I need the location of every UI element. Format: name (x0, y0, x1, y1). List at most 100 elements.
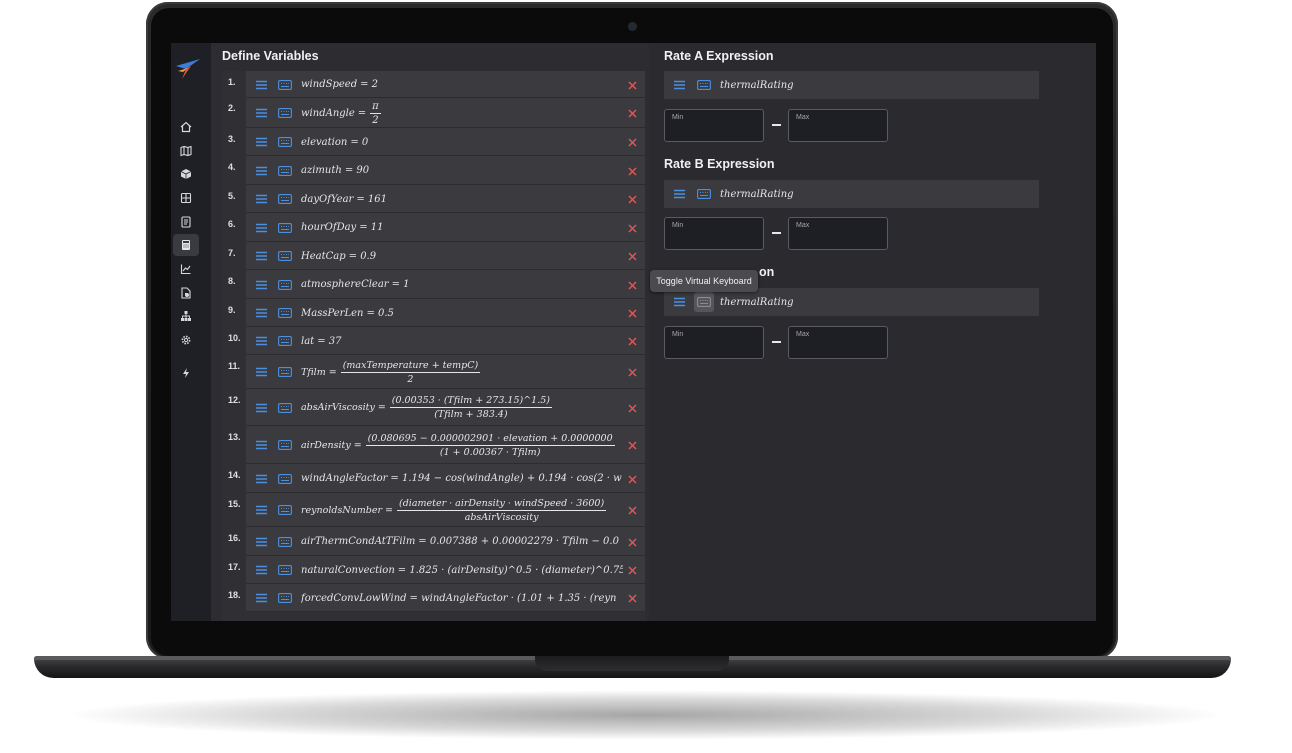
menu-icon[interactable] (256, 80, 267, 90)
expression[interactable]: lat = 37 (301, 327, 623, 355)
close-icon[interactable] (628, 81, 637, 90)
keyboard-icon[interactable] (697, 80, 711, 90)
nav-hierarchy[interactable] (171, 306, 201, 326)
nav-settings[interactable] (171, 330, 201, 350)
expression[interactable]: windSpeed = 2 (301, 71, 623, 98)
variable-row[interactable]: 15. reynoldsNumber = (diameter · airDensity… (221, 493, 645, 527)
expression[interactable]: elevation = 0 (301, 128, 623, 156)
expression[interactable]: naturalConvection = 1.825 · (airDensity)^… (301, 556, 623, 584)
keyboard-icon[interactable] (278, 565, 292, 575)
menu-icon[interactable] (256, 194, 267, 204)
nav-home[interactable] (171, 117, 201, 137)
variable-row[interactable]: 9. MassPerLen = 0.5 (221, 299, 645, 327)
rate-a-min-input[interactable]: Min (664, 109, 764, 142)
variable-row[interactable]: 12. absAirViscosity = (0.00353 · (Tfilm + 2… (221, 389, 645, 426)
expression-field[interactable]: azimuth = 90 (246, 156, 645, 185)
nav-charts[interactable] (171, 259, 201, 279)
menu-icon[interactable] (256, 403, 267, 413)
expression-field[interactable]: airDensity = (0.080695 − 0.000002901 · ele… (246, 426, 645, 464)
expression-field[interactable]: HeatCap = 0.9 (246, 242, 645, 270)
rate-b-expression[interactable]: thermalRating (720, 180, 1017, 208)
keyboard-icon[interactable] (278, 367, 292, 377)
expression[interactable]: Tfilm = (maxTemperature + tempC) 2 (301, 355, 623, 389)
variable-row[interactable]: 4. azimuth = 90 (221, 156, 645, 185)
nav-calculator[interactable] (173, 234, 199, 256)
menu-icon[interactable] (256, 166, 267, 176)
expression-field[interactable]: forcedConvLowWind = windAngleFactor · (1.… (246, 584, 645, 612)
close-icon[interactable] (628, 138, 637, 147)
menu-icon[interactable] (256, 537, 267, 547)
variable-row[interactable]: 18. forcedConvLowWind = windAngleFactor · … (221, 584, 645, 612)
close-icon[interactable] (628, 566, 637, 575)
expression-field[interactable]: dayOfYear = 161 (246, 185, 645, 213)
expression-field[interactable]: naturalConvection = 1.825 · (airDensity)^… (246, 556, 645, 584)
expression-field[interactable]: atmosphereClear = 1 (246, 270, 645, 299)
rate-c-expression-row[interactable]: thermalRating (664, 288, 1039, 316)
variable-row[interactable]: 8. atmosphereClear = 1 (221, 270, 645, 299)
menu-icon[interactable] (256, 474, 267, 484)
menu-icon[interactable] (256, 223, 267, 233)
expression-field[interactable]: reynoldsNumber = (diameter · airDensity · … (246, 493, 645, 527)
keyboard-icon[interactable] (697, 189, 711, 199)
rate-b-max-input[interactable]: Max (788, 217, 888, 250)
rate-a-expression[interactable]: thermalRating (720, 71, 1017, 99)
keyboard-icon[interactable] (278, 403, 292, 413)
rate-b-min-input[interactable]: Min (664, 217, 764, 250)
close-icon[interactable] (628, 167, 637, 176)
rate-a-max-input[interactable]: Max (788, 109, 888, 142)
expression[interactable]: dayOfYear = 161 (301, 185, 623, 213)
close-icon[interactable] (628, 441, 637, 450)
variable-row[interactable]: 17. naturalConvection = 1.825 · (airDensit… (221, 556, 645, 584)
expression[interactable]: airDensity = (0.080695 − 0.000002901 · ele… (301, 426, 623, 464)
nav-grid[interactable] (171, 188, 201, 208)
expression[interactable]: HeatCap = 0.9 (301, 242, 623, 270)
variable-row[interactable]: 1. windSpeed = 2 (221, 71, 645, 98)
expression-field[interactable]: elevation = 0 (246, 128, 645, 156)
menu-icon[interactable] (256, 108, 267, 118)
keyboard-icon[interactable] (278, 166, 292, 176)
menu-icon[interactable] (674, 189, 685, 199)
expression-field[interactable]: hourOfDay = 11 (246, 213, 645, 242)
menu-icon[interactable] (256, 367, 267, 377)
menu-icon[interactable] (256, 336, 267, 346)
expression[interactable]: reynoldsNumber = (diameter · airDensity · … (301, 493, 623, 527)
close-icon[interactable] (628, 594, 637, 603)
keyboard-icon[interactable] (278, 80, 292, 90)
expression-field[interactable]: windAngleFactor = 1.194 − cos(windAngle) … (246, 464, 645, 493)
expression[interactable]: MassPerLen = 0.5 (301, 299, 623, 327)
variable-row[interactable]: 7. HeatCap = 0.9 (221, 242, 645, 270)
variable-row[interactable]: 13. airDensity = (0.080695 − 0.000002901 · … (221, 426, 645, 464)
menu-icon[interactable] (256, 440, 267, 450)
variable-row[interactable]: 11. Tfilm = (maxTemperature + tempC) 2 (221, 355, 645, 389)
variable-row[interactable]: 6. hourOfDay = 11 (221, 213, 645, 242)
keyboard-icon[interactable] (278, 108, 292, 118)
expression[interactable]: azimuth = 90 (301, 156, 623, 185)
toggle-keyboard-button[interactable] (694, 292, 714, 312)
rate-c-expression[interactable]: thermalRating (720, 288, 1017, 316)
keyboard-icon[interactable] (278, 308, 292, 318)
menu-icon[interactable] (256, 137, 267, 147)
nav-documents[interactable] (171, 212, 201, 232)
expression-field[interactable]: windAngle = π 2 (246, 98, 645, 128)
expression[interactable]: absAirViscosity = (0.00353 · (Tfilm + 273.… (301, 389, 623, 426)
keyboard-icon[interactable] (278, 194, 292, 204)
expression[interactable]: atmosphereClear = 1 (301, 270, 623, 299)
keyboard-icon[interactable] (278, 280, 292, 290)
close-icon[interactable] (628, 281, 637, 290)
expression[interactable]: hourOfDay = 11 (301, 213, 623, 242)
close-icon[interactable] (628, 109, 637, 118)
variable-row[interactable]: 16. airThermCondAtTFilm = 0.007388 + 0.000… (221, 527, 645, 556)
keyboard-icon[interactable] (278, 474, 292, 484)
nav-reports[interactable] (171, 283, 201, 303)
expression-field[interactable]: Tfilm = (maxTemperature + tempC) 2 (246, 355, 645, 389)
variable-row[interactable]: 3. elevation = 0 (221, 128, 645, 156)
close-icon[interactable] (628, 475, 637, 484)
variable-row[interactable]: 2. windAngle = π 2 (221, 98, 645, 128)
close-icon[interactable] (628, 506, 637, 515)
menu-icon[interactable] (256, 505, 267, 515)
menu-icon[interactable] (256, 565, 267, 575)
rate-c-max-input[interactable]: Max (788, 326, 888, 359)
expression-field[interactable]: lat = 37 (246, 327, 645, 355)
expression[interactable]: airThermCondAtTFilm = 0.007388 + 0.000022… (301, 527, 623, 556)
rate-c-min-input[interactable]: Min (664, 326, 764, 359)
